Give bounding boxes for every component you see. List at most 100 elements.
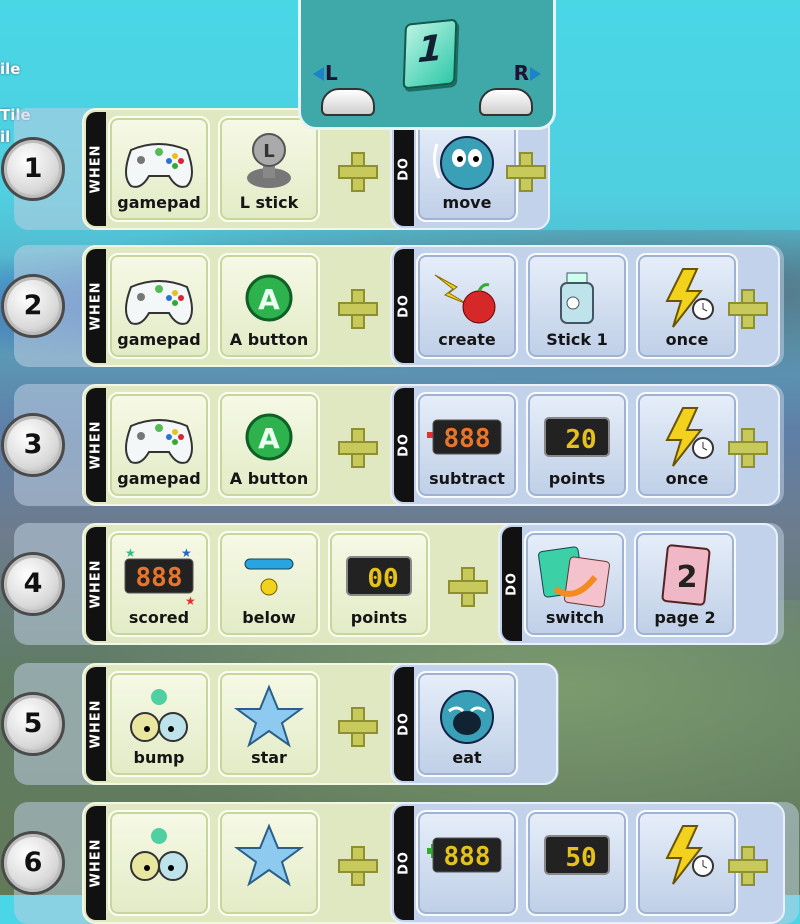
do-tile-add[interactable]: 888 — [416, 810, 518, 916]
arrow-left-icon[interactable] — [313, 67, 324, 81]
rule-number[interactable]: 3 — [1, 413, 65, 477]
add-when-plus-icon[interactable] — [336, 705, 380, 749]
tile-label: star — [251, 748, 287, 767]
do-tile-switch[interactable]: switch — [524, 531, 626, 637]
rule-number[interactable]: 2 — [1, 274, 65, 338]
rule-row-4[interactable]: 4 WHEN 888 ★ ★ ★ scored below 00 points DO — [1, 523, 784, 645]
rule-row-2[interactable]: 2 WHEN gamepad A A button DO create Stic… — [1, 245, 784, 367]
rule-row-5[interactable]: 5 WHEN bump star DO eat — [1, 663, 559, 785]
arrow-right-icon[interactable] — [530, 67, 541, 81]
page-tile[interactable]: 1 — [402, 18, 458, 90]
rule-number[interactable]: 5 — [1, 692, 65, 756]
do-tile-once[interactable]: once — [636, 253, 738, 359]
add-do-plus-icon[interactable] — [726, 287, 770, 331]
add-when-plus-icon[interactable] — [336, 150, 380, 194]
svg-text:A: A — [258, 283, 280, 316]
gamepad-icon — [125, 419, 193, 464]
add-when-plus-icon[interactable] — [336, 426, 380, 470]
svg-text:20: 20 — [565, 425, 596, 455]
when-tile-bump[interactable] — [108, 810, 210, 916]
rule-row-6[interactable]: 6 WHEN DO 888 50 — [1, 802, 799, 924]
star-icon — [233, 823, 305, 887]
tile-label: Stick 1 — [546, 330, 608, 349]
svg-text:888: 888 — [136, 563, 183, 593]
do-tile-eat[interactable]: eat — [416, 671, 518, 777]
tile-label: below — [242, 608, 296, 627]
when-tile-star[interactable] — [218, 810, 320, 916]
when-tile-l-stick[interactable]: L L stick — [218, 116, 320, 222]
do-tile-points[interactable]: 50 — [526, 810, 628, 916]
do-stripe: DO — [394, 667, 414, 781]
when-tile-gamepad[interactable]: gamepad — [108, 253, 210, 359]
when-tile-bump[interactable]: bump — [108, 671, 210, 777]
when-tile-a-button[interactable]: A A button — [218, 253, 320, 359]
when-label: WHEN — [88, 144, 104, 194]
tile-label: create — [438, 330, 496, 349]
do-label: DO — [396, 433, 412, 457]
rule-number[interactable]: 1 — [1, 137, 65, 201]
when-tile-points[interactable]: 00 points — [328, 531, 430, 637]
switch-icon — [538, 546, 610, 608]
svg-text:L: L — [263, 141, 274, 162]
once-icon — [665, 825, 714, 885]
do-tile-move[interactable]: move — [416, 116, 518, 222]
rule-number[interactable]: 6 — [1, 831, 65, 895]
svg-text:888: 888 — [444, 424, 491, 454]
when-tile-gamepad[interactable]: gamepad — [108, 392, 210, 498]
when-stripe: WHEN — [86, 112, 106, 226]
tile-label: A button — [229, 330, 309, 349]
when-stripe: WHEN — [86, 249, 106, 363]
do-tile-page[interactable]: 2 page 2 — [634, 531, 736, 637]
do-tile-points[interactable]: 20 points — [526, 392, 628, 498]
when-stripe: WHEN — [86, 806, 106, 920]
points-icon: 50 — [544, 835, 610, 875]
once-icon — [665, 407, 714, 467]
page-number: 1 — [416, 27, 444, 72]
do-stripe: DO — [394, 249, 414, 363]
tile-label: eat — [452, 748, 482, 767]
tile-label: L stick — [239, 193, 299, 212]
left-bumper-button[interactable] — [321, 88, 375, 116]
do-tile-subtract[interactable]: 888 subtract — [416, 392, 518, 498]
do-tile-create[interactable]: create — [416, 253, 518, 359]
do-panel: DO 888 50 — [390, 802, 785, 924]
add-do-plus-icon[interactable] — [726, 426, 770, 470]
when-stripe: WHEN — [86, 527, 106, 641]
rule-number[interactable]: 4 — [1, 552, 65, 616]
points-icon: 00 — [346, 556, 412, 596]
do-stripe: DO — [394, 388, 414, 502]
svg-text:A: A — [258, 422, 280, 455]
add-do-plus-icon[interactable] — [504, 150, 548, 194]
do-tile-once[interactable]: once — [636, 392, 738, 498]
create-icon — [434, 274, 496, 324]
do-tile-once[interactable] — [636, 810, 738, 916]
when-tile-gamepad[interactable]: gamepad — [108, 116, 210, 222]
tile-label: once — [665, 330, 709, 349]
do-label: DO — [396, 294, 412, 318]
right-bumper-button[interactable] — [479, 88, 533, 116]
add-when-plus-icon[interactable] — [336, 844, 380, 888]
move-icon — [432, 136, 494, 190]
bump-icon — [130, 689, 188, 742]
add-icon: 888 — [427, 837, 502, 873]
do-tile-stick-character[interactable]: Stick 1 — [526, 253, 628, 359]
when-panel: WHEN bump star — [82, 663, 432, 785]
when-label: WHEN — [88, 838, 104, 888]
add-do-plus-icon[interactable] — [726, 844, 770, 888]
side-text-1: ile — [0, 60, 21, 78]
tile-label: once — [665, 469, 709, 488]
when-tile-a-button[interactable]: A A button — [218, 392, 320, 498]
when-panel: WHEN gamepad A A button — [82, 384, 432, 506]
add-when-plus-icon[interactable] — [446, 565, 490, 609]
do-stripe: DO — [394, 806, 414, 920]
when-label: WHEN — [88, 281, 104, 331]
rule-row-3[interactable]: 3 WHEN gamepad A A button DO 888 subtrac… — [1, 384, 784, 506]
bump-icon — [130, 828, 188, 881]
when-tile-star[interactable]: star — [218, 671, 320, 777]
when-tile-below[interactable]: below — [218, 531, 320, 637]
add-when-plus-icon[interactable] — [336, 287, 380, 331]
when-panel: WHEN 888 ★ ★ ★ scored below 00 points — [82, 523, 542, 645]
when-tile-scored[interactable]: 888 ★ ★ ★ scored — [108, 531, 210, 637]
do-label: DO — [396, 851, 412, 875]
svg-text:★: ★ — [185, 594, 196, 608]
